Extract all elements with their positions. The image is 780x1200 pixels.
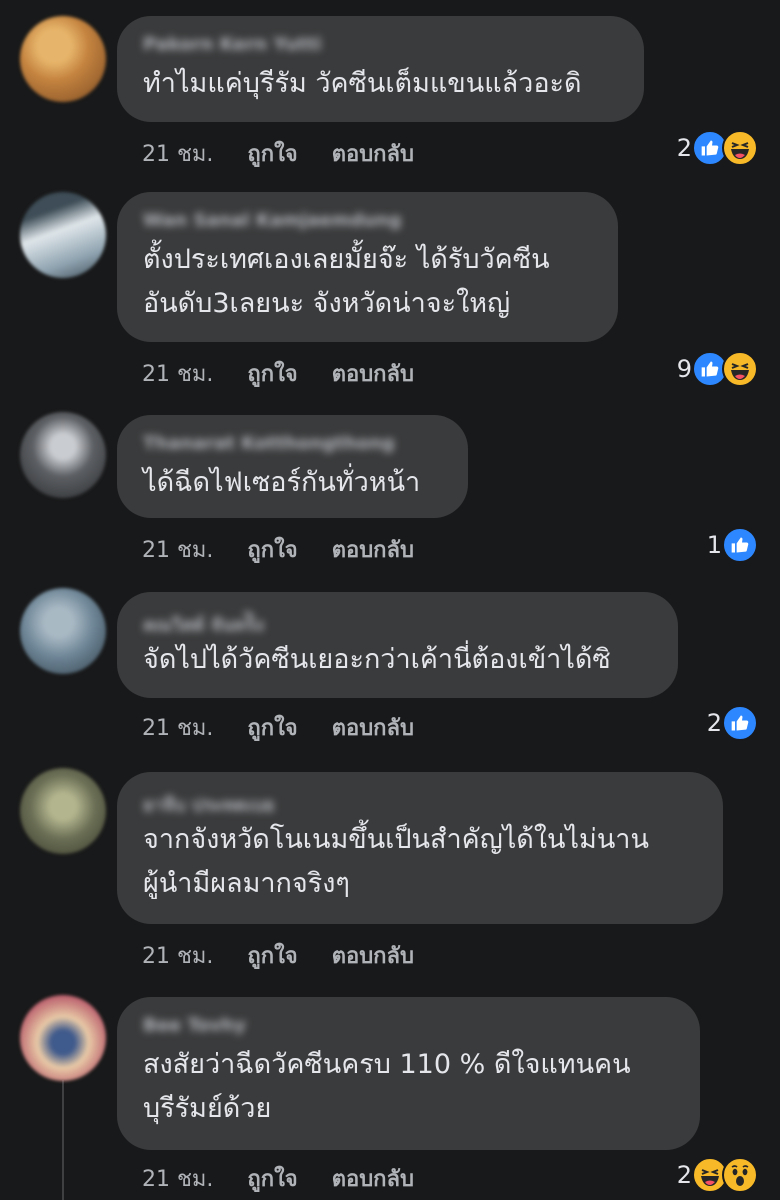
comment-actions: 21 ชม. ถูกใจ ตอบกลับ xyxy=(142,136,414,171)
reaction-summary[interactable]: 1 xyxy=(707,527,758,563)
comment-text: จัดไปได้วัคซีนเยอะกว่าเค้านี่ต้องเข้าได้… xyxy=(143,644,611,675)
comment-actions: 21 ชม. ถูกใจ ตอบกลับ xyxy=(142,356,414,391)
comment-bubble: คุณวิสต์ จันทร์ิง จัดไปได้วัคซีนเยอะกว่า… xyxy=(117,592,678,698)
avatar[interactable] xyxy=(20,768,106,854)
reaction-summary[interactable]: 2 xyxy=(707,705,758,741)
reaction-count: 2 xyxy=(676,134,692,162)
like-button[interactable]: ถูกใจ xyxy=(247,136,297,171)
comment-text: ตั้งประเทศเองเลยมั้ยจ๊ะ ได้รับวัคซีน อัน… xyxy=(143,244,550,319)
comment-time[interactable]: 21 ชม. xyxy=(142,938,213,973)
like-button[interactable]: ถูกใจ xyxy=(247,938,297,973)
comment-bubble: Bee Tovhy สงสัยว่าฉีดวัคซีนครบ 110 % ดีใ… xyxy=(117,997,700,1150)
comment-actions: 21 ชม. ถูกใจ ตอบกลับ xyxy=(142,710,414,745)
reply-button[interactable]: ตอบกลับ xyxy=(332,356,414,391)
reaction-summary[interactable]: 9 xyxy=(677,351,758,387)
reaction-count: 1 xyxy=(706,531,722,559)
like-icon xyxy=(722,527,758,563)
comment-time[interactable]: 21 ชม. xyxy=(142,710,213,745)
reply-button[interactable]: ตอบกลับ xyxy=(332,136,414,171)
wow-icon xyxy=(722,1157,758,1193)
reaction-count: 2 xyxy=(676,1161,692,1189)
reply-button[interactable]: ตอบกลับ xyxy=(332,532,414,567)
like-button[interactable]: ถูกใจ xyxy=(247,1161,297,1196)
comment-text: ได้ฉีดไฟเซอร์กันทั่วหน้า xyxy=(143,467,421,498)
comment-bubble: ยาจีบ ประทดเบยุ จากจังหวัดโนเนมขึ้นเป็นส… xyxy=(117,772,723,924)
comment-author[interactable]: Bee Tovhy xyxy=(143,1015,674,1037)
reply-button[interactable]: ตอบกลับ xyxy=(332,938,414,973)
comment-author[interactable]: คุณวิสต์ จันทร์ิง xyxy=(143,610,652,632)
comment-text: จากจังหวัดโนเนมขึ้นเป็นสำคัญได้ในไม่นาน … xyxy=(143,824,649,899)
comment-time[interactable]: 21 ชม. xyxy=(142,1161,213,1196)
avatar[interactable] xyxy=(20,588,106,674)
reply-button[interactable]: ตอบกลับ xyxy=(332,1161,414,1196)
comment-actions: 21 ชม. ถูกใจ ตอบกลับ xyxy=(142,938,414,973)
comment-actions: 21 ชม. ถูกใจ ตอบกลับ xyxy=(142,532,414,567)
comment-text: ทำไมแค่บุรีรัม วัคซีนเต็มแขนแล้วอะดิ xyxy=(143,68,582,99)
avatar[interactable] xyxy=(20,412,106,498)
haha-icon xyxy=(722,130,758,166)
comment-actions: 21 ชม. ถูกใจ ตอบกลับ xyxy=(142,1161,414,1196)
like-button[interactable]: ถูกใจ xyxy=(247,356,297,391)
comment-author[interactable]: ยาจีบ ประทดเบยุ xyxy=(143,790,697,812)
like-icon xyxy=(722,705,758,741)
comment-bubble: Pakorn Kern Yutti ทำไมแค่บุรีรัม วัคซีนเ… xyxy=(117,16,644,122)
avatar[interactable] xyxy=(20,16,106,102)
comment-author[interactable]: Pakorn Kern Yutti xyxy=(143,34,618,56)
comment-time[interactable]: 21 ชม. xyxy=(142,532,213,567)
comment-time[interactable]: 21 ชม. xyxy=(142,136,213,171)
reaction-summary[interactable]: 2 xyxy=(677,130,758,166)
reaction-count: 9 xyxy=(676,355,692,383)
comment-text: สงสัยว่าฉีดวัคซีนครบ 110 % ดีใจแทนคน บุร… xyxy=(143,1049,631,1124)
reaction-summary[interactable]: 2 xyxy=(677,1157,758,1193)
reaction-count: 2 xyxy=(706,709,722,737)
comment-author[interactable]: Wan Sanal Kamjaemdung xyxy=(143,210,592,232)
haha-icon xyxy=(722,351,758,387)
like-button[interactable]: ถูกใจ xyxy=(247,532,297,567)
reply-thread-line xyxy=(62,1080,64,1200)
avatar[interactable] xyxy=(20,995,106,1081)
comment-bubble: Wan Sanal Kamjaemdung ตั้งประเทศเองเลยมั… xyxy=(117,192,618,342)
avatar[interactable] xyxy=(20,192,106,278)
reply-button[interactable]: ตอบกลับ xyxy=(332,710,414,745)
comment-time[interactable]: 21 ชม. xyxy=(142,356,213,391)
comment-bubble: Thanarat Kotthongthong ได้ฉีดไฟเซอร์กันท… xyxy=(117,415,468,518)
like-button[interactable]: ถูกใจ xyxy=(247,710,297,745)
comment-author[interactable]: Thanarat Kotthongthong xyxy=(143,433,442,455)
